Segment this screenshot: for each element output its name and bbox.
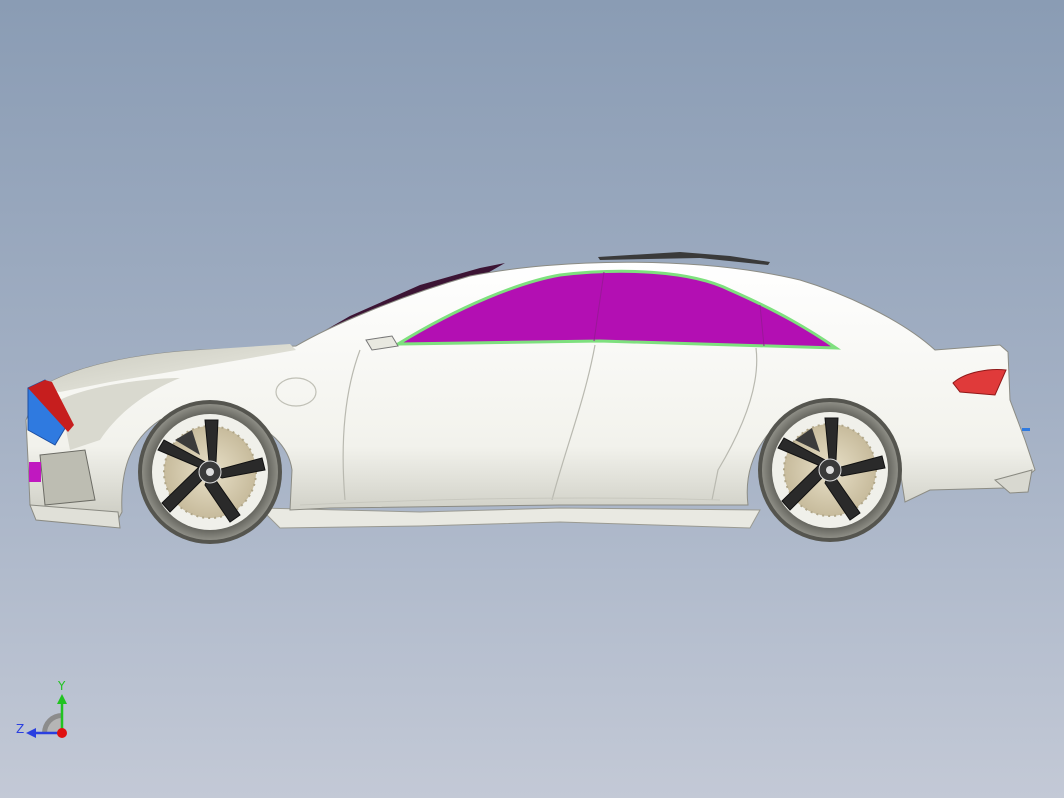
rear-wheel	[758, 398, 902, 542]
car-model[interactable]	[0, 0, 1064, 798]
side-skirt	[258, 507, 761, 529]
front-wheel	[138, 400, 282, 544]
z-axis-label: Z	[16, 722, 25, 736]
front-marker	[29, 462, 41, 482]
3d-viewport[interactable]: Y Z	[0, 0, 1064, 798]
x-axis-dot	[57, 728, 67, 738]
y-axis-arrow	[57, 694, 67, 704]
y-axis-label: Y	[58, 679, 66, 693]
front-intake	[39, 449, 96, 506]
z-axis-arrow	[26, 728, 36, 738]
rear-reflector	[1022, 428, 1030, 431]
